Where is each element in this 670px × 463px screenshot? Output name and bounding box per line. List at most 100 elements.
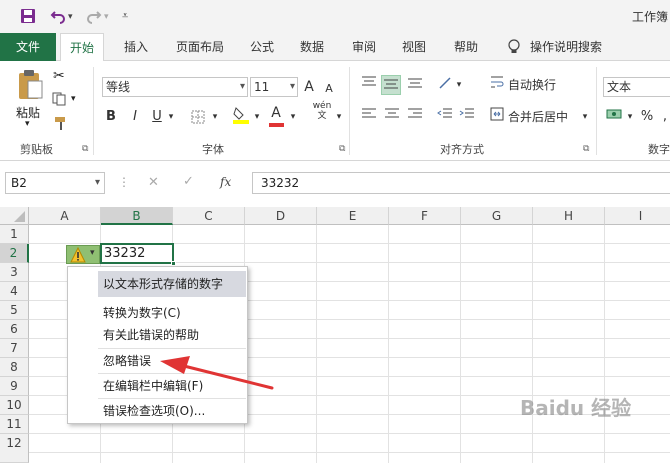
increase-indent-icon[interactable]: [458, 107, 476, 127]
menu-item-convert-to-number[interactable]: 转换为数字(C): [68, 303, 247, 323]
tab-formulas[interactable]: 公式: [244, 33, 280, 61]
font-color-dropdown-icon[interactable]: ▾: [288, 107, 298, 127]
phonetic-icon[interactable]: wén 文: [310, 101, 334, 121]
select-all-corner[interactable]: [0, 207, 29, 225]
align-top-icon[interactable]: [360, 75, 378, 95]
group-font-label: 字体: [202, 143, 224, 156]
merge-center-button[interactable]: 合并后居中: [508, 107, 568, 127]
tab-review[interactable]: 审阅: [344, 33, 384, 61]
font-shrink-icon[interactable]: A: [322, 79, 336, 99]
align-bottom-icon[interactable]: [406, 75, 424, 95]
alignment-launcher-icon[interactable]: ⧉: [583, 144, 589, 154]
save-icon[interactable]: [20, 8, 36, 28]
decrease-indent-icon[interactable]: [436, 107, 454, 127]
error-options-menu: 以文本形式存储的数字 转换为数字(C) 有关此错误的帮助 忽略错误 在编辑栏中编…: [67, 266, 248, 424]
fill-color-dropdown-icon[interactable]: ▾: [252, 107, 262, 127]
warning-icon: [70, 246, 86, 266]
border-dropdown-icon[interactable]: ▾: [210, 107, 220, 127]
column-header[interactable]: E: [317, 207, 389, 225]
percent-button[interactable]: %: [640, 107, 654, 127]
paste-dropdown-icon[interactable]: ▾: [25, 119, 30, 129]
row-header-selected[interactable]: 2: [0, 244, 29, 263]
merge-dropdown-icon[interactable]: ▾: [580, 107, 590, 127]
phonetic-dropdown-icon[interactable]: ▾: [334, 107, 344, 127]
insert-function-icon[interactable]: fx: [220, 175, 231, 189]
row-header[interactable]: 4: [0, 282, 29, 301]
customize-toolbar-icon[interactable]: ⩡: [122, 9, 128, 23]
column-header[interactable]: G: [461, 207, 533, 225]
column-header[interactable]: A: [29, 207, 101, 225]
comma-style-icon[interactable]: ,: [658, 107, 670, 127]
column-header[interactable]: C: [173, 207, 245, 225]
cut-icon[interactable]: ✂: [53, 68, 65, 84]
confirm-entry-icon[interactable]: ✓: [183, 174, 194, 189]
wrap-text-button[interactable]: 自动换行: [508, 75, 556, 95]
column-header[interactable]: H: [533, 207, 605, 225]
row-header[interactable]: 12: [0, 434, 29, 463]
row-header[interactable]: 3: [0, 263, 29, 282]
wrap-text-icon[interactable]: [490, 75, 504, 95]
clipboard-launcher-icon[interactable]: ⧉: [82, 144, 88, 154]
copy-dropdown-icon[interactable]: ▾: [71, 94, 76, 104]
row-header[interactable]: 10: [0, 396, 29, 415]
column-header[interactable]: I: [605, 207, 670, 225]
column-header[interactable]: D: [245, 207, 317, 225]
menu-item-help-on-error[interactable]: 有关此错误的帮助: [68, 325, 247, 345]
copy-icon[interactable]: [52, 92, 68, 109]
row-header[interactable]: 1: [0, 225, 29, 244]
title-bar: ▾ ▾ ⩡ 工作簿: [0, 0, 670, 33]
row-header[interactable]: 8: [0, 358, 29, 377]
formula-bar-grip-icon[interactable]: ⋮: [118, 175, 130, 189]
italic-button[interactable]: I: [128, 107, 142, 127]
paste-icon[interactable]: [16, 69, 44, 104]
undo-dropdown-icon[interactable]: ▾: [68, 12, 73, 22]
name-box[interactable]: B2 ▾: [5, 172, 105, 194]
tell-me-search[interactable]: 操作说明搜索: [530, 33, 610, 61]
currency-dropdown-icon[interactable]: ▾: [625, 107, 635, 127]
font-color-icon[interactable]: A: [268, 103, 284, 127]
cancel-entry-icon[interactable]: ✕: [148, 175, 159, 190]
undo-icon[interactable]: [50, 8, 66, 28]
tab-help[interactable]: 帮助: [446, 33, 486, 61]
row-header[interactable]: 7: [0, 339, 29, 358]
align-center-icon[interactable]: [383, 107, 401, 127]
row-header[interactable]: 6: [0, 320, 29, 339]
redo-dropdown-icon[interactable]: ▾: [104, 12, 109, 22]
currency-icon[interactable]: [605, 107, 623, 127]
tab-data[interactable]: 数据: [292, 33, 332, 61]
orientation-icon[interactable]: [436, 75, 454, 95]
merge-center-icon[interactable]: [490, 107, 504, 127]
bold-button[interactable]: B: [104, 107, 118, 127]
font-grow-icon[interactable]: A: [302, 77, 316, 97]
align-middle-icon[interactable]: [381, 75, 401, 95]
row-header[interactable]: 5: [0, 301, 29, 320]
border-icon[interactable]: [190, 107, 206, 127]
align-left-icon[interactable]: [360, 107, 378, 127]
underline-dropdown-icon[interactable]: ▾: [166, 107, 176, 127]
tab-view[interactable]: 视图: [394, 33, 434, 61]
number-format-combo[interactable]: 文本: [603, 77, 670, 97]
menu-item-error-checking-options[interactable]: 错误检查选项(O)...: [68, 401, 247, 421]
row-header[interactable]: 9: [0, 377, 29, 396]
font-size-combo[interactable]: 11 ▾: [250, 77, 298, 97]
tab-home[interactable]: 开始: [60, 33, 104, 62]
formula-input[interactable]: 33232: [252, 172, 670, 194]
error-smart-tag[interactable]: ▾: [66, 245, 100, 264]
format-painter-icon[interactable]: [53, 116, 69, 135]
divider: [349, 67, 350, 155]
underline-button[interactable]: U: [150, 107, 164, 127]
font-launcher-icon[interactable]: ⧉: [339, 144, 345, 154]
column-header-selected[interactable]: B: [101, 207, 173, 225]
tab-insert[interactable]: 插入: [116, 33, 156, 61]
fill-color-icon[interactable]: [232, 105, 250, 125]
orientation-dropdown-icon[interactable]: ▾: [454, 75, 464, 95]
gridline: [29, 452, 670, 453]
tab-file[interactable]: 文件: [0, 33, 56, 61]
column-header[interactable]: F: [389, 207, 461, 225]
tab-page-layout[interactable]: 页面布局: [168, 33, 232, 61]
font-name-combo[interactable]: 等线 ▾: [102, 77, 248, 97]
align-right-icon[interactable]: [406, 107, 424, 127]
row-header[interactable]: 11: [0, 415, 29, 434]
cell-b2-selected[interactable]: 33232: [100, 243, 174, 264]
redo-icon[interactable]: [86, 8, 102, 28]
